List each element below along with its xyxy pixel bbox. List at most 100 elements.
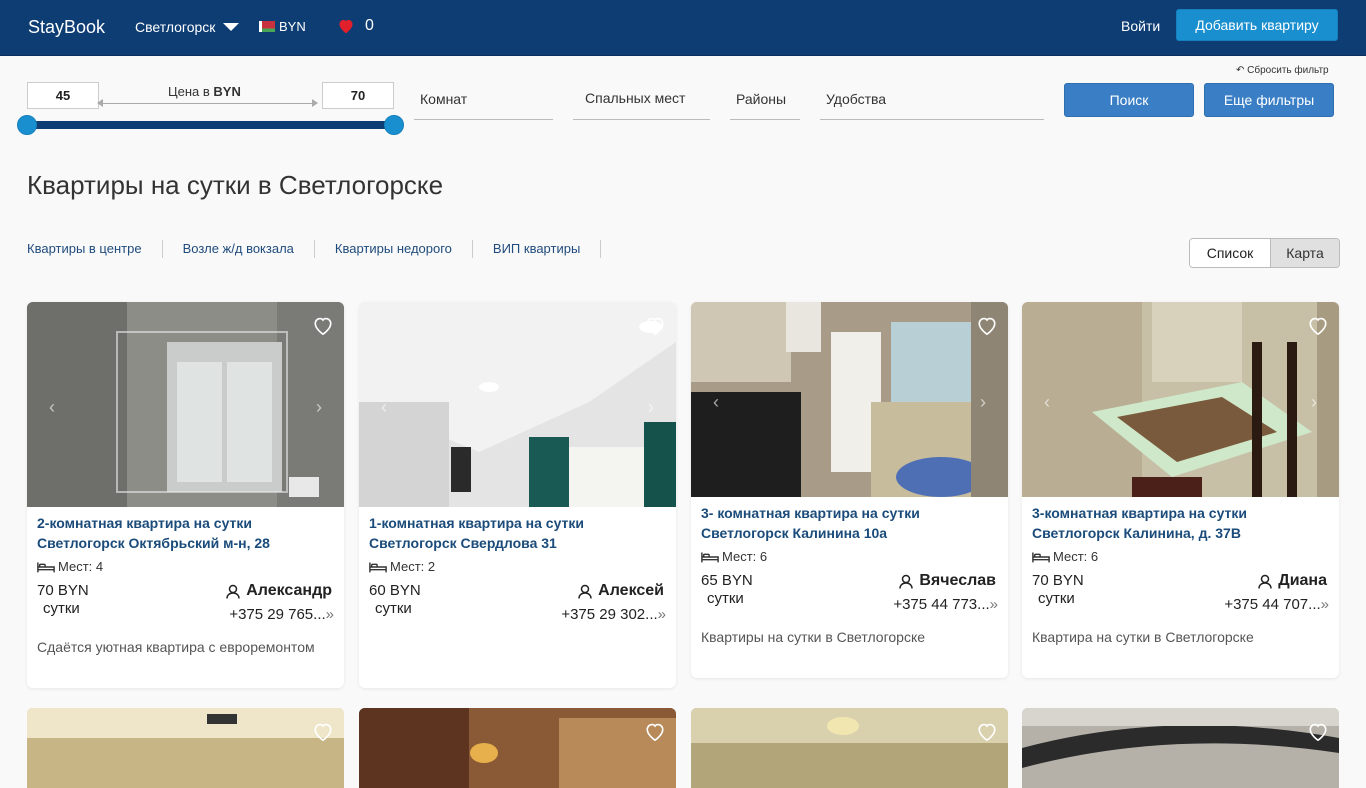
page-title: Квартиры на сутки в Светлогорске	[27, 170, 444, 200]
price-max-input[interactable]: 70	[322, 82, 394, 109]
double-chevron-right-icon: »	[1320, 596, 1329, 613]
rooms-filter[interactable]: Комнат	[414, 84, 553, 120]
apartment-photo-image	[691, 708, 1008, 788]
price-period: сутки	[1038, 590, 1075, 607]
listing-card[interactable]	[1022, 708, 1339, 788]
price-label-prefix: Цена в	[168, 84, 210, 99]
listing-description: Квартиры на сутки в Светлогорске	[701, 629, 926, 645]
favorite-heart-icon[interactable]	[976, 722, 998, 747]
phone-reveal[interactable]: +375 44 773... »	[893, 596, 998, 613]
apartment-photo-image	[359, 302, 676, 507]
listing-card[interactable]: ‹ › 3-комнатная квартира на сутки Светло…	[1022, 302, 1339, 678]
currency-label: BYN	[279, 19, 306, 34]
listing-photo[interactable]: ‹ ›	[27, 302, 344, 507]
login-link[interactable]: Войти	[1121, 18, 1160, 34]
listing-photo[interactable]: ‹ ›	[691, 302, 1008, 497]
amenities-filter[interactable]: Удобства	[820, 84, 1044, 120]
double-chevron-right-icon: »	[325, 606, 334, 623]
favorite-heart-icon[interactable]	[312, 722, 334, 747]
chevron-right-icon[interactable]: ›	[1311, 392, 1317, 413]
chevron-left-icon[interactable]: ‹	[49, 397, 55, 418]
chevron-right-icon[interactable]: ›	[980, 392, 986, 413]
city-label: Светлогорск	[135, 19, 216, 35]
favorite-heart-icon[interactable]	[1307, 722, 1329, 747]
beds-count: Мест: 6	[1053, 549, 1099, 564]
map-view-button[interactable]: Карта	[1270, 239, 1339, 267]
chevron-down-icon	[223, 23, 240, 31]
listing-photo[interactable]: ‹ ›	[359, 302, 676, 507]
chevron-right-icon[interactable]: ›	[316, 397, 322, 418]
price-period: сутки	[375, 600, 412, 617]
quick-link-center[interactable]: Квартиры в центре	[27, 240, 163, 258]
reset-filter-link[interactable]: ↶ Сбросить фильтр	[1236, 65, 1329, 76]
view-toggle: Список Карта	[1189, 238, 1340, 268]
price-label: Цена в BYN	[168, 84, 241, 99]
currency-selector[interactable]: BYN	[259, 19, 306, 34]
listing-card[interactable]: ‹ › 3- комнатная квартира на сутки Светл…	[691, 302, 1008, 678]
favorite-heart-icon[interactable]	[1307, 316, 1329, 341]
apartment-photo-image	[27, 708, 344, 788]
listing-title[interactable]: 2-комнатная квартира на сутки Светлогорс…	[37, 513, 334, 553]
user-icon	[226, 584, 240, 599]
listing-card[interactable]	[359, 708, 676, 788]
quick-link-station[interactable]: Возле ж/д вокзала	[183, 240, 315, 258]
chevron-left-icon[interactable]: ‹	[1044, 392, 1050, 413]
quick-link-vip[interactable]: ВИП квартиры	[493, 240, 602, 258]
add-apartment-button[interactable]: Добавить квартиру	[1176, 9, 1338, 41]
districts-filter[interactable]: Районы	[730, 84, 800, 120]
listing-price: 60 BYN сутки	[369, 582, 421, 618]
beds-info: Мест: 6	[701, 549, 998, 564]
listing-title[interactable]: 1-комнатная квартира на сутки Светлогорс…	[369, 513, 666, 553]
beds-info: Мест: 6	[1032, 549, 1329, 564]
favorite-heart-icon[interactable]	[976, 316, 998, 341]
search-button[interactable]: Поиск	[1064, 83, 1194, 117]
listing-price: 70 BYN сутки	[1032, 572, 1084, 608]
listing-card[interactable]	[691, 708, 1008, 788]
listing-price: 65 BYN сутки	[701, 572, 753, 608]
listing-title[interactable]: 3- комнатная квартира на сутки Светлогор…	[701, 503, 998, 543]
listing-price: 70 BYN сутки	[37, 582, 89, 618]
phone-reveal[interactable]: +375 29 302... »	[561, 606, 666, 623]
favorites-count: 0	[365, 17, 374, 34]
price-slider-max-handle[interactable]	[384, 115, 404, 135]
quick-link-cheap[interactable]: Квартиры недорого	[335, 240, 473, 258]
chevron-left-icon[interactable]: ‹	[381, 397, 387, 418]
phone-reveal[interactable]: +375 44 707... »	[1224, 596, 1329, 613]
listing-card[interactable]: ‹ › 1-комнатная квартира на сутки Светло…	[359, 302, 676, 688]
listing-card[interactable]	[27, 708, 344, 788]
favorite-heart-icon[interactable]	[644, 316, 666, 341]
listing-description	[369, 638, 666, 656]
price-slider-min-handle[interactable]	[17, 115, 37, 135]
user-icon	[578, 584, 592, 599]
beds-info: Мест: 2	[369, 559, 666, 574]
phone-text: +375 44 707...	[1224, 596, 1321, 613]
chevron-left-icon[interactable]: ‹	[713, 392, 719, 413]
phone-reveal[interactable]: +375 29 765... »	[229, 606, 334, 623]
price-slider-track[interactable]	[27, 121, 394, 129]
bed-icon	[1032, 552, 1050, 562]
listing-card[interactable]: ‹ › 2-комнатная квартира на сутки Светло…	[27, 302, 344, 688]
favorites-button[interactable]: 0	[337, 17, 374, 35]
price-period: сутки	[707, 590, 744, 607]
beds-filter[interactable]: Спальных мест	[573, 84, 710, 120]
user-icon	[899, 574, 914, 589]
owner-name: Диана	[1258, 572, 1327, 590]
listing-title[interactable]: 3-комнатная квартира на сутки Светлогорс…	[1032, 503, 1329, 543]
beds-count: Мест: 6	[722, 549, 768, 564]
beds-count: Мест: 2	[390, 559, 436, 574]
city-selector[interactable]: Светлогорск	[135, 19, 240, 35]
listing-photo[interactable]: ‹ ›	[1022, 302, 1339, 497]
double-chevron-right-icon: »	[657, 606, 666, 623]
favorite-heart-icon[interactable]	[644, 722, 666, 747]
more-filters-button[interactable]: Еще фильтры	[1204, 83, 1334, 117]
logo[interactable]: StayBook	[28, 17, 105, 38]
price-period: сутки	[43, 600, 80, 617]
chevron-right-icon[interactable]: ›	[648, 397, 654, 418]
owner-name: Вячеслав	[899, 572, 996, 590]
price-min-input[interactable]: 45	[27, 82, 99, 109]
price-label-currency: BYN	[213, 84, 241, 99]
favorite-heart-icon[interactable]	[312, 316, 334, 341]
reset-icon: ↶	[1236, 65, 1245, 76]
owner-name: Алексей	[578, 582, 664, 600]
list-view-button[interactable]: Список	[1190, 239, 1270, 267]
